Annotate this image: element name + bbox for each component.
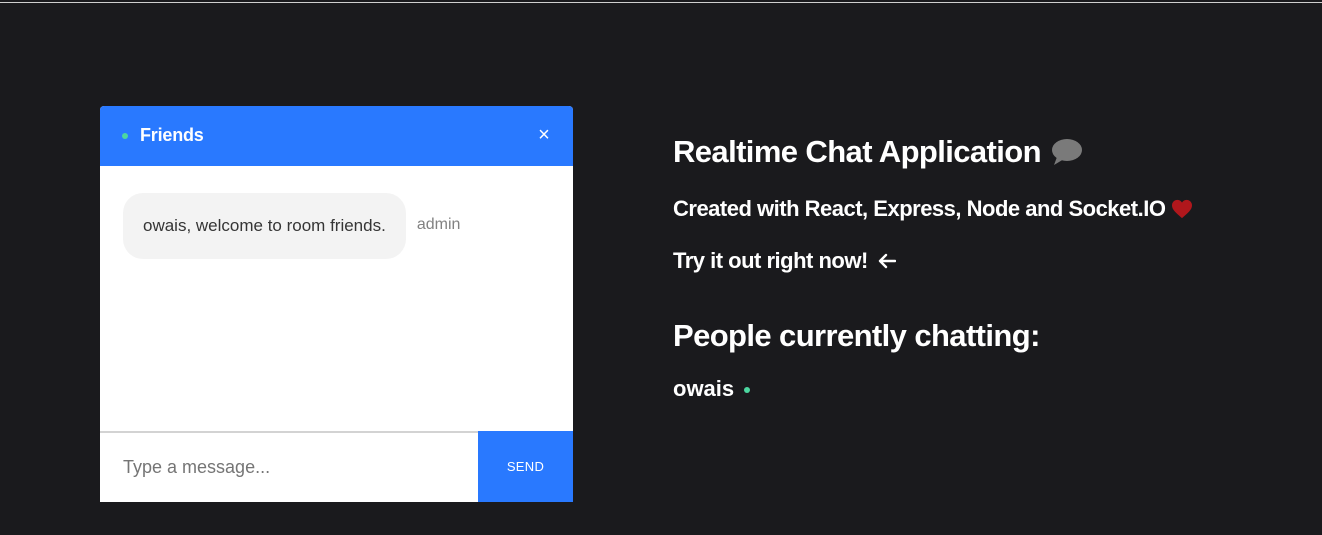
arrow-left-icon xyxy=(878,253,896,269)
heart-icon xyxy=(1172,199,1193,219)
top-divider xyxy=(0,2,1322,3)
online-status-icon xyxy=(122,133,128,139)
chat-header: Friends × xyxy=(100,106,573,166)
app-title: Realtime Chat Application xyxy=(673,134,1083,170)
room-name: Friends xyxy=(140,125,204,145)
message-sender: admin xyxy=(416,216,461,233)
message-composer: SEND xyxy=(100,431,573,502)
message-list[interactable]: owais, welcome to room friends. admin xyxy=(100,166,573,431)
message-input[interactable] xyxy=(100,433,478,502)
send-button[interactable]: SEND xyxy=(478,431,573,502)
people-list: owais xyxy=(673,376,751,402)
call-to-action: Try it out right now! xyxy=(673,248,896,274)
people-heading: People currently chatting: xyxy=(673,318,1040,353)
message-item: owais, welcome to room friends. admin xyxy=(123,193,460,259)
close-button[interactable]: × xyxy=(535,124,553,146)
app-title-text: Realtime Chat Application xyxy=(673,134,1042,169)
chat-window: Friends × owais, welcome to room friends… xyxy=(100,106,573,502)
speech-bubble-icon xyxy=(1051,139,1082,165)
online-status-icon xyxy=(744,387,751,393)
message-text: owais, welcome to room friends. xyxy=(123,193,406,259)
app-subtitle: Created with React, Express, Node and So… xyxy=(673,196,1193,222)
person-name: owais xyxy=(673,376,735,401)
call-to-action-text: Try it out right now! xyxy=(673,248,868,273)
app-subtitle-text: Created with React, Express, Node and So… xyxy=(673,196,1166,221)
